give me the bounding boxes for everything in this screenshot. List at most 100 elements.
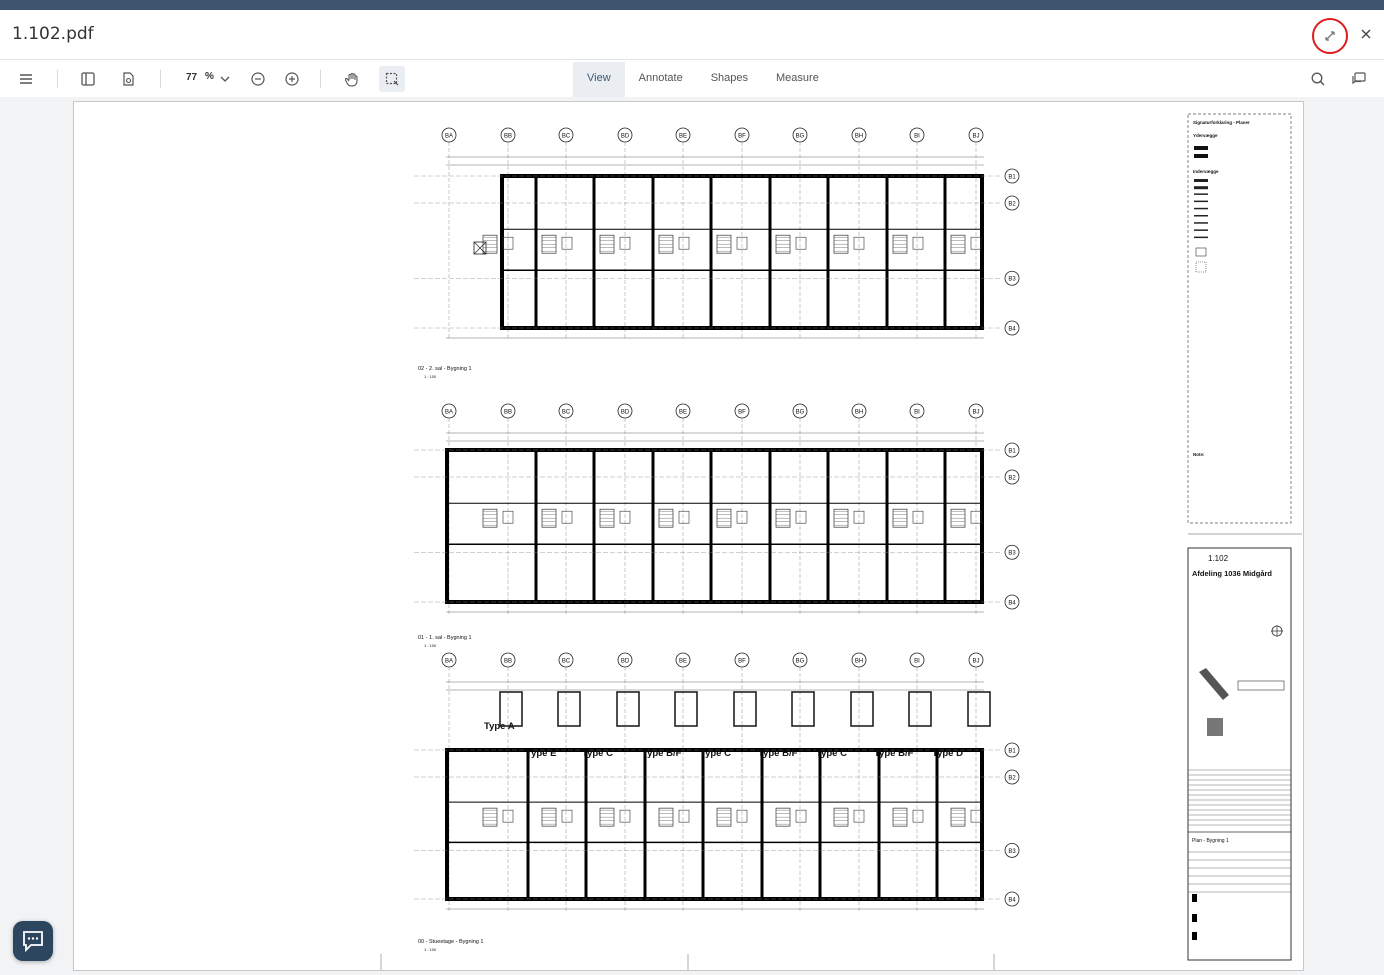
sidebar-panel-icon: [81, 72, 95, 86]
menu-button[interactable]: [13, 66, 39, 92]
tab-shapes[interactable]: Shapes: [697, 62, 762, 97]
chat-support-button[interactable]: [13, 921, 53, 961]
grid-label: BF: [738, 659, 746, 665]
close-button[interactable]: [1360, 27, 1372, 45]
zoom-in-button[interactable]: [279, 66, 305, 92]
plan-scale: 1 : 100: [424, 947, 437, 952]
bath-fixture: [795, 236, 807, 250]
plan-scale: 1 : 100: [424, 374, 437, 379]
toolbar-divider: [320, 70, 321, 88]
document-gear-icon: [123, 72, 134, 86]
floor-plan-1: BA BB BC BD BE BF BG BH BI BJ B1 B2 B3 B4 01 - 1. sal …: [414, 403, 1020, 648]
legend-swatch: [1194, 154, 1208, 158]
unit-type-label: Type B/F: [758, 748, 798, 759]
zoom-value[interactable]: 77: [186, 72, 197, 83]
search-icon: [1311, 72, 1325, 86]
legend-swatch: [1194, 207, 1208, 210]
north-arrow-icon: [1271, 625, 1283, 637]
zoom-out-button[interactable]: [245, 66, 271, 92]
exterior-wall: [445, 448, 984, 604]
storage-room: [908, 691, 932, 727]
collapse-button[interactable]: [1312, 18, 1348, 54]
bath-fixture: [912, 809, 924, 823]
row-label: B4: [1008, 601, 1016, 607]
zoom-dropdown-button[interactable]: [212, 66, 238, 92]
plan-caption: 00 - Stueetage - Bygning 1: [418, 939, 483, 945]
grid-label: BD: [621, 410, 630, 416]
grid-label: BJ: [972, 410, 979, 416]
legend-interior-heading: Indervægge: [1193, 169, 1219, 174]
legend-swatch: [1194, 193, 1208, 195]
page-settings-button[interactable]: [115, 66, 141, 92]
legend-swatch: [1194, 236, 1208, 239]
grid-label: BC: [562, 134, 571, 140]
chevron-down-icon: [220, 76, 230, 82]
row-label: B2: [1008, 776, 1016, 782]
search-button[interactable]: [1305, 66, 1331, 92]
legend-swatch: [1194, 146, 1208, 150]
viewer-toolbar: 77 % View Annotate Shapes Measure: [0, 60, 1384, 98]
unit-type-label: Type C: [582, 748, 613, 759]
grid-label: BE: [679, 134, 687, 140]
project-name: Afdeling 1036 Midgård: [1192, 569, 1272, 578]
bath-fixture: [561, 809, 573, 823]
legend-note: Note:: [1193, 452, 1205, 457]
grid-label: BG: [796, 410, 805, 416]
title-actions: [1312, 18, 1372, 54]
grid-label: BG: [796, 659, 805, 665]
file-name: 1.102.pdf: [12, 24, 94, 44]
grid-label: BG: [796, 134, 805, 140]
sidebar-toggle-button[interactable]: [75, 66, 101, 92]
grid-label: BF: [738, 410, 746, 416]
sheet-number: 1.102: [1208, 554, 1229, 563]
row-label: B2: [1008, 202, 1016, 208]
tab-view[interactable]: View: [573, 62, 625, 97]
legend-swatch: [1194, 186, 1208, 190]
bath-fixture: [912, 510, 924, 524]
pdf-page[interactable]: BA BB BC BD BE BF BG BH BI BJ B1 B2 B3 B4 02 - 2. sal …: [73, 101, 1304, 971]
storage-room: [674, 691, 698, 727]
grid-label: BD: [621, 134, 630, 140]
grid-label: BI: [914, 659, 920, 665]
legend-swatch: [1194, 222, 1208, 224]
toolbar-divider: [57, 70, 58, 88]
legend-swatch: [1194, 200, 1208, 203]
legend-exterior-heading: Ydervægge: [1193, 133, 1218, 138]
plan-caption: 01 - 1. sal - Bygning 1: [418, 635, 472, 641]
bath-fixture: [795, 510, 807, 524]
legend-swatch: [1195, 261, 1207, 273]
pan-tool-button[interactable]: [339, 66, 365, 92]
legend-frame: [1187, 113, 1292, 524]
unit-type-label: Type E: [526, 748, 556, 759]
grid-label: BB: [504, 134, 512, 140]
grid-label: BF: [738, 134, 746, 140]
legend-swatch: [1195, 247, 1207, 257]
row-label: B4: [1008, 898, 1016, 904]
grid-label: BJ: [972, 134, 979, 140]
bath-fixture: [561, 510, 573, 524]
row-label: B1: [1008, 749, 1016, 755]
legend-swatch: [1194, 215, 1208, 217]
tab-annotate[interactable]: Annotate: [625, 62, 697, 97]
bath-fixture: [678, 236, 690, 250]
select-tool-button[interactable]: [379, 66, 405, 92]
grid-label: BI: [914, 134, 920, 140]
bath-fixture: [561, 236, 573, 250]
floor-plan-drawing: BA BB BC BD BE BF BG BH BI BJ B1 B2 B3 B4 02 - 2. sal …: [380, 113, 1302, 970]
plan-caption: 02 - 2. sal - Bygning 1: [418, 366, 472, 372]
comments-button[interactable]: [1345, 66, 1371, 92]
floor-plan-2: BA BB BC BD BE BF BG BH BI BJ B1 B2 B3 B4 00 - Stueeta…: [414, 652, 1020, 952]
row-label: B1: [1008, 175, 1016, 181]
tab-measure[interactable]: Measure: [762, 62, 833, 97]
row-label: B2: [1008, 476, 1016, 482]
grid-label: BC: [562, 410, 571, 416]
row-label: B3: [1008, 277, 1016, 283]
grid-label: BH: [855, 659, 863, 665]
floor-plan-0: BA BB BC BD BE BF BG BH BI BJ B1 B2 B3 B4 02 - 2. sal …: [414, 127, 1020, 379]
viewer-title-bar: 1.102.pdf: [0, 10, 1384, 60]
grid-label: BA: [445, 659, 453, 665]
hand-icon: [345, 72, 358, 87]
grid-label: BI: [914, 410, 920, 416]
unit-type-label: Type D: [932, 748, 963, 759]
grid-label: BH: [855, 410, 863, 416]
